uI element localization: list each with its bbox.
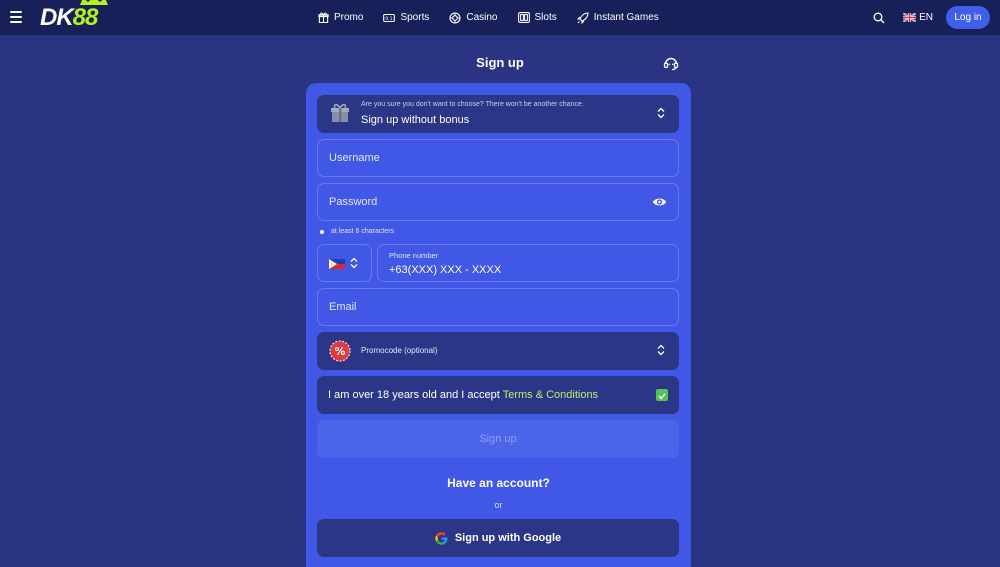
username-placeholder: Username (329, 152, 380, 164)
search-icon[interactable] (873, 12, 885, 24)
language-selector[interactable]: EN (903, 12, 933, 23)
phone-value: +63(XXX) XXX - XXXX (389, 264, 502, 276)
phone-label: Phone number (389, 251, 439, 260)
nav-item-casino[interactable]: Casino (449, 11, 498, 24)
google-signup-button[interactable]: Sign up with Google (317, 519, 679, 557)
nav-item-slots[interactable]: Slots (517, 12, 557, 23)
password-placeholder: Password (329, 196, 378, 208)
promocode-label: Promocode (optional) (361, 346, 438, 355)
header-actions: EN Log in (873, 0, 990, 35)
have-account-text: Have an account? (447, 476, 550, 490)
chip-icon (449, 11, 461, 24)
terms-row: I am over 18 years old and I accept Term… (317, 376, 679, 414)
signup-title: Sign up (476, 55, 524, 70)
bonus-value: Sign up without bonus (361, 114, 470, 126)
gift-icon (318, 12, 329, 23)
menu-icon[interactable] (10, 11, 22, 23)
phone-number-field[interactable]: Phone number +63(XXX) XXX - XXXX (377, 244, 679, 282)
or-divider: or (494, 500, 503, 510)
nav-item-sports[interactable]: 0:1 Sports (383, 12, 429, 23)
check-icon (658, 393, 666, 400)
terms-text: I am over 18 years old and I accept Term… (328, 389, 599, 401)
gift-box-icon (331, 103, 349, 122)
terms-link[interactable]: Terms & Conditions (503, 389, 598, 401)
logo[interactable]: DK 88 (40, 0, 108, 32)
eye-icon[interactable] (652, 196, 667, 208)
bonus-hint: Are you sure you don't want to choose? T… (361, 101, 584, 108)
promocode-selector[interactable]: % Promocode (optional) (317, 332, 679, 370)
percent-badge-icon: % (329, 340, 351, 362)
main-nav: Promo 0:1 Sports Casino Slots Instant Ga… (318, 0, 679, 35)
philippines-flag-icon (329, 259, 345, 269)
login-button[interactable]: Log in (946, 6, 990, 29)
google-icon (435, 531, 448, 545)
slots-icon (517, 12, 530, 23)
country-code-selector[interactable]: PH (317, 244, 372, 282)
nav-item-instant-games[interactable]: Instant Games (576, 11, 659, 24)
svg-text:%: % (334, 345, 345, 358)
crown-icon (79, 0, 108, 5)
chevron-up-down-icon (657, 344, 665, 356)
signup-form: Are you sure you don't want to choose? T… (306, 83, 691, 567)
email-field[interactable]: Email (317, 288, 679, 326)
top-bar: DK 88 Promo 0:1 Sports Casino Slots Insta… (0, 0, 1000, 35)
google-signup-label: Sign up with Google (454, 532, 562, 544)
nav-item-promo[interactable]: Promo (318, 12, 363, 23)
password-field[interactable]: Password (317, 183, 679, 221)
rocket-icon (576, 11, 589, 24)
chevron-up-down-icon (350, 257, 358, 269)
username-field[interactable]: Username (317, 139, 679, 177)
uk-flag-icon (903, 13, 917, 22)
chevron-up-down-icon (657, 107, 665, 119)
password-hint: at least 6 characters (320, 228, 394, 235)
ticket-icon: 0:1 (383, 13, 396, 22)
email-placeholder: Email (329, 301, 357, 313)
support-icon[interactable] (663, 55, 679, 71)
bonus-selector[interactable]: Are you sure you don't want to choose? T… (317, 95, 679, 133)
svg-text:0:1: 0:1 (386, 16, 393, 22)
terms-checkbox[interactable] (656, 389, 668, 401)
bullet-icon (320, 229, 324, 234)
signup-submit-button[interactable]: Sign up (317, 420, 679, 458)
